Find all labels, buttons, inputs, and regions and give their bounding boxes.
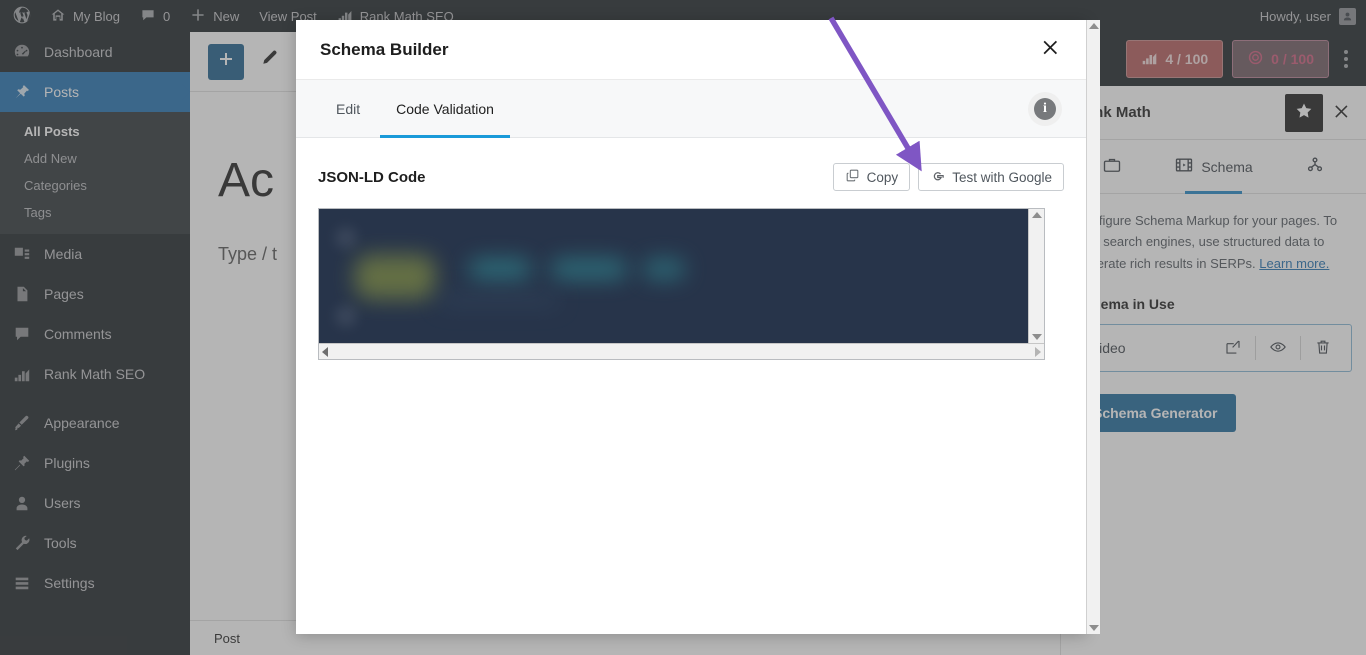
code-content-redacted (319, 209, 1028, 343)
info-icon: i (1034, 97, 1056, 120)
test-with-google-button[interactable]: Test with Google (918, 163, 1064, 191)
modal-title: Schema Builder (320, 39, 449, 59)
modal-body: JSON-LD Code Copy Test with Google (296, 138, 1086, 634)
google-g-icon (930, 168, 945, 186)
modal-header: Schema Builder (296, 20, 1086, 80)
schema-builder-modal: Schema Builder Edit Code Validation i JS… (296, 20, 1100, 634)
tab-edit[interactable]: Edit (320, 80, 376, 138)
code-vertical-scrollbar[interactable] (1028, 209, 1044, 343)
info-button[interactable]: i (1028, 91, 1062, 126)
copy-button[interactable]: Copy (832, 163, 911, 191)
copy-icon (845, 168, 860, 186)
scroll-right-icon[interactable] (1035, 346, 1041, 357)
modal-close-button[interactable] (1041, 37, 1062, 63)
code-horizontal-scrollbar[interactable] (319, 343, 1044, 359)
json-ld-code-label: JSON-LD Code (318, 168, 426, 186)
close-icon (1041, 40, 1062, 62)
scroll-down-icon[interactable] (1031, 334, 1042, 340)
scroll-down-icon[interactable] (1088, 625, 1099, 631)
code-toolbar: JSON-LD Code Copy Test with Google (318, 160, 1064, 194)
tab-code-validation[interactable]: Code Validation (380, 80, 510, 138)
test-with-google-label: Test with Google (952, 169, 1052, 185)
scroll-up-icon[interactable] (1088, 23, 1099, 29)
scroll-up-icon[interactable] (1031, 212, 1042, 218)
modal-tab-bar: Edit Code Validation i (296, 80, 1086, 138)
modal-scrollbar[interactable] (1086, 20, 1100, 634)
json-ld-code-editor[interactable] (318, 208, 1045, 360)
scroll-left-icon[interactable] (322, 346, 328, 357)
copy-label: Copy (866, 169, 899, 185)
